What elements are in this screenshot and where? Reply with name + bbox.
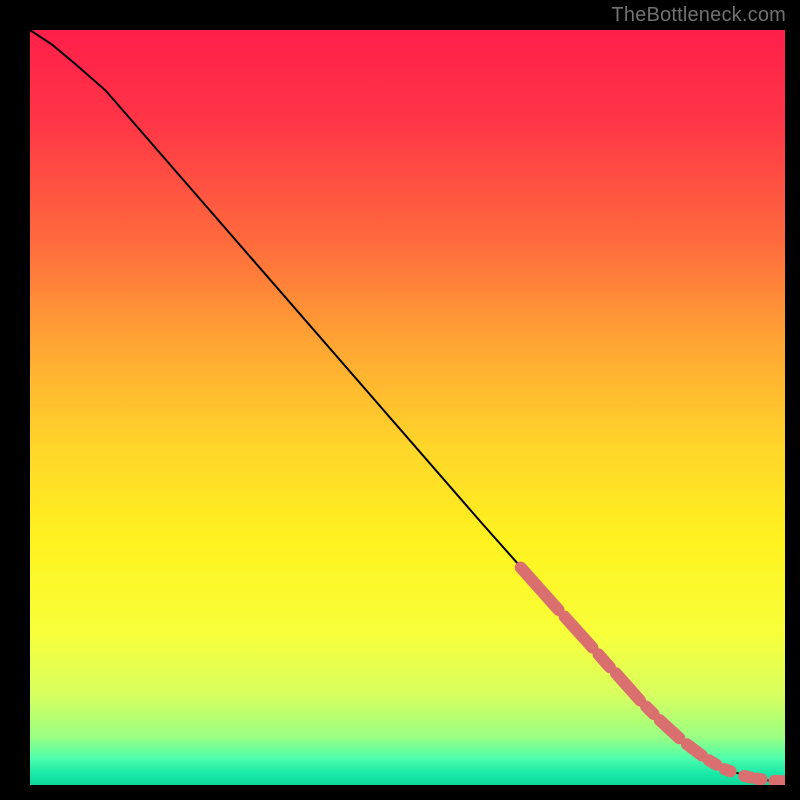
curve-marker [709,760,717,765]
chart-svg [30,30,785,785]
chart-stage: TheBottleneck.com [0,0,800,800]
curve-marker [725,769,731,771]
curve-marker [744,776,750,778]
curve-marker [756,779,761,780]
curve-marker [599,654,610,667]
curve-marker [646,706,654,714]
watermark-text: TheBottleneck.com [611,4,786,27]
plot-area [30,30,785,785]
gradient-background [30,30,785,785]
